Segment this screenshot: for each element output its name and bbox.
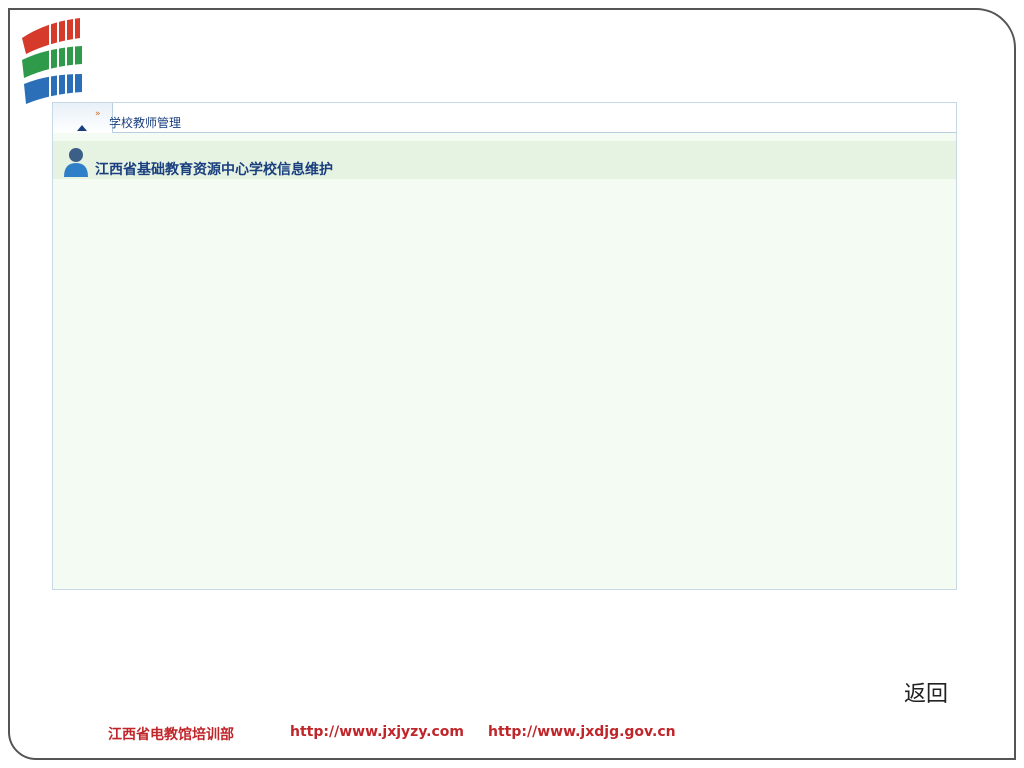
user-icon xyxy=(64,148,88,177)
breadcrumb-bar xyxy=(53,103,956,133)
logo-icon xyxy=(20,8,90,104)
breadcrumb[interactable]: 学校教师管理 xyxy=(109,114,181,131)
breadcrumb-arrow-icon: » xyxy=(95,109,101,119)
page-title: 江西省基础教育资源中心学校信息维护 xyxy=(95,162,333,178)
footer-org: 江西省电教馆培训部 xyxy=(108,727,234,743)
footer-url-1[interactable]: http://www.jxjyzy.com xyxy=(290,724,464,740)
main-panel: » 学校教师管理 江西省基础教育资源中心学校信息维护 xyxy=(52,102,957,590)
footer-url-2[interactable]: http://www.jxdjg.gov.cn xyxy=(488,724,676,740)
collapse-tab[interactable] xyxy=(53,103,113,133)
back-link[interactable]: 返回 xyxy=(904,676,948,708)
